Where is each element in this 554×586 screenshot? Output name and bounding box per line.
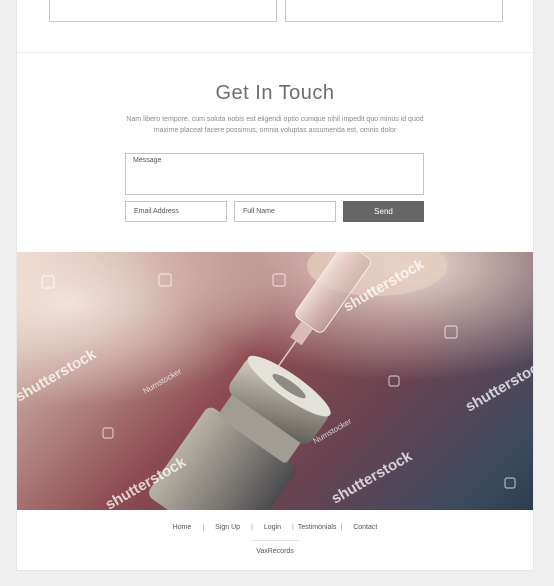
page-container: Get In Touch Nam libero tempore, cum sol…: [16, 0, 534, 571]
footer-link-home[interactable]: Home: [162, 524, 203, 531]
contact-description: Nam libero tempore, cum soluta nobis est…: [126, 116, 424, 134]
top-right-panel: [285, 0, 503, 22]
footer-divider-line: [251, 540, 299, 541]
footer-link-contact[interactable]: Contact: [342, 524, 388, 531]
top-left-panel: [49, 0, 277, 22]
footer-link-login[interactable]: Login: [253, 524, 292, 531]
contact-title: Get In Touch: [215, 82, 335, 104]
hero-image-vaccine-vial: shutterstock shutterstock shutterstock s…: [17, 252, 533, 510]
footer-link-testimonials[interactable]: Testimonials: [294, 524, 341, 531]
footer-brand: VaxRecords: [256, 548, 294, 555]
full-name-input[interactable]: Full Name: [234, 201, 336, 222]
message-textarea[interactable]: Message: [125, 153, 424, 195]
send-button[interactable]: Send: [343, 201, 424, 222]
email-address-input[interactable]: Email Address: [125, 201, 227, 222]
section-divider: [17, 52, 533, 53]
footer-link-sign-up[interactable]: Sign Up: [204, 524, 251, 531]
footer-nav: Home | Sign Up | Login | Testimonials | Contact: [17, 524, 533, 531]
